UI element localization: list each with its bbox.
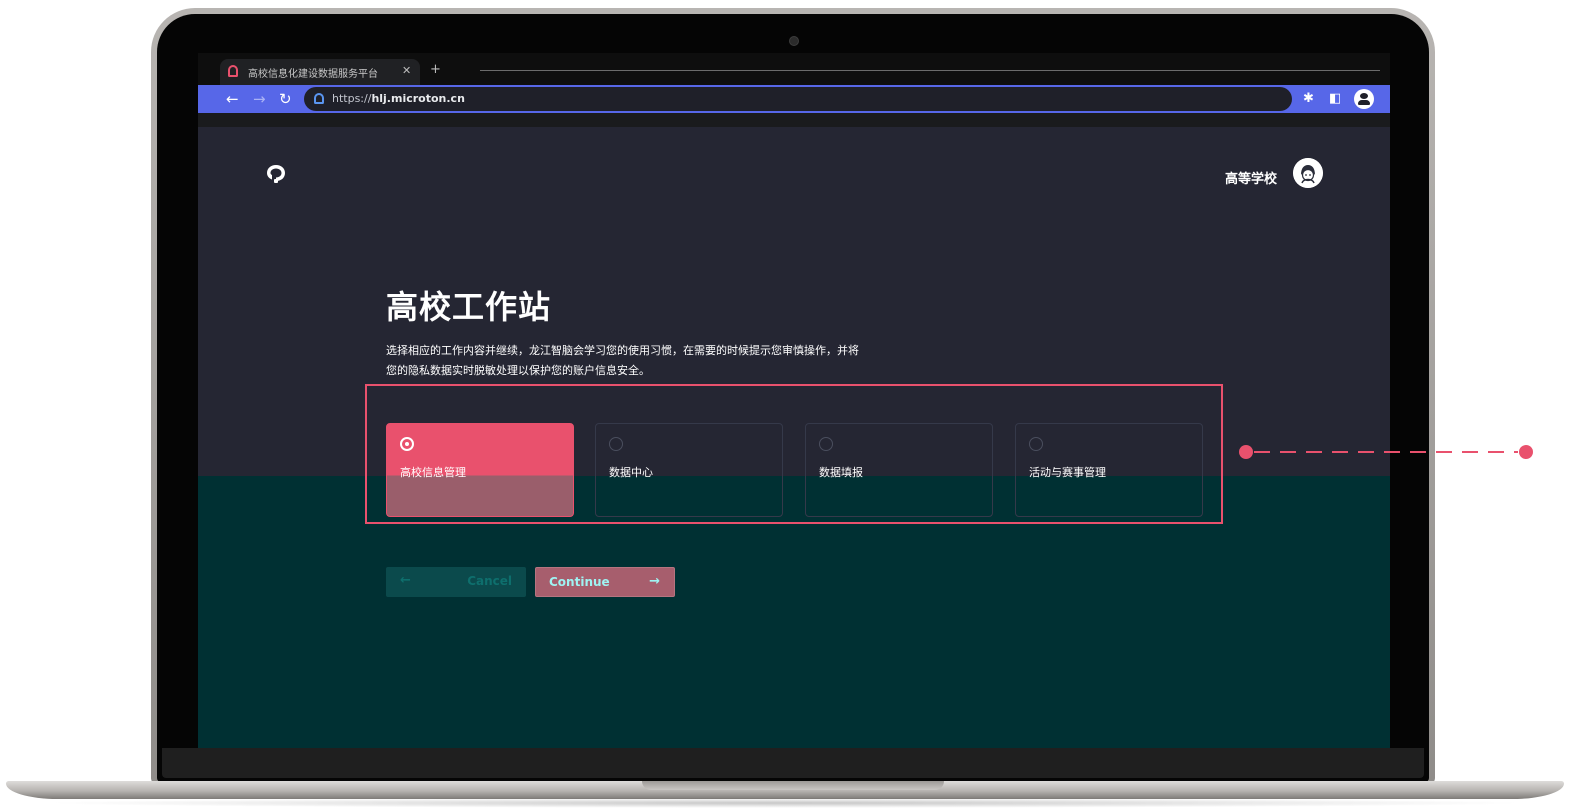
radio-icon[interactable] bbox=[819, 437, 833, 451]
option-label: 高校信息管理 bbox=[400, 466, 466, 479]
arrow-left-icon[interactable]: ← bbox=[226, 90, 239, 108]
tab-strip-divider bbox=[480, 70, 1380, 71]
page-title: 高校工作站 bbox=[386, 288, 552, 326]
option-card-campus-info[interactable]: 高校信息管理 bbox=[386, 423, 574, 517]
laptop-shadow bbox=[40, 798, 1530, 808]
tab-strip: 高校信息化建设数据服务平台 ✕ + bbox=[198, 53, 1390, 85]
radio-selected-icon[interactable] bbox=[400, 437, 414, 451]
tab-title: 高校信息化建设数据服务平台 bbox=[248, 69, 378, 80]
arrow-right-icon[interactable]: → bbox=[253, 90, 266, 108]
cancel-button[interactable]: ← Cancel bbox=[386, 567, 526, 597]
puzzle-icon[interactable]: ✱ bbox=[1303, 91, 1314, 107]
profile-icon[interactable] bbox=[1354, 89, 1374, 109]
favicon-icon bbox=[228, 65, 238, 77]
callout-connector bbox=[1239, 445, 1533, 459]
page: 高等学校 高校工作站 选择相应的工作内容并继续，龙江智脑会学习您的使用习惯，在需… bbox=[198, 127, 1390, 748]
description-line-2: 您的隐私数据实时脱敏处理以保护您的账户信息安全。 bbox=[386, 364, 650, 377]
option-card-events[interactable]: 活动与赛事管理 bbox=[1015, 423, 1203, 517]
close-icon[interactable]: ✕ bbox=[402, 64, 411, 77]
arrow-right-icon: → bbox=[649, 574, 660, 589]
toolbar-separator bbox=[198, 113, 1390, 127]
url-scheme: https:// bbox=[332, 92, 372, 105]
url-host: hlj.microton.cn bbox=[371, 92, 465, 105]
option-card-data-center[interactable]: 数据中心 bbox=[595, 423, 783, 517]
avatar-icon[interactable] bbox=[1293, 158, 1323, 188]
browser-window: 高校信息化建设数据服务平台 ✕ + ← → ↻ https://hlj.micr… bbox=[198, 53, 1390, 748]
continue-label: Continue bbox=[549, 575, 610, 589]
arrow-left-icon: ← bbox=[400, 573, 411, 588]
radio-icon[interactable] bbox=[609, 437, 623, 451]
description-line-1: 选择相应的工作内容并继续，龙江智脑会学习您的使用习惯，在需要的时候提示您审慎操作… bbox=[386, 344, 859, 357]
radio-icon[interactable] bbox=[1029, 437, 1043, 451]
page-description: 选择相应的工作内容并继续，龙江智脑会学习您的使用习惯，在需要的时候提示您审慎操作… bbox=[386, 341, 906, 381]
logo-icon[interactable] bbox=[265, 163, 287, 185]
option-label: 数据填报 bbox=[819, 466, 863, 479]
address-url: https://hlj.microton.cn bbox=[332, 92, 465, 105]
browser-toolbar: ← → ↻ https://hlj.microton.cn ✱ ◧ bbox=[198, 85, 1390, 113]
continue-button[interactable]: Continue → bbox=[535, 567, 675, 597]
screen-chin bbox=[162, 748, 1424, 778]
laptop-base-notch bbox=[642, 781, 944, 790]
plus-icon[interactable]: + bbox=[430, 62, 441, 77]
side-panel-icon[interactable]: ◧ bbox=[1329, 91, 1341, 107]
reload-icon[interactable]: ↻ bbox=[279, 90, 292, 108]
browser-tab[interactable]: 高校信息化建设数据服务平台 ✕ bbox=[220, 59, 420, 85]
option-label: 活动与赛事管理 bbox=[1029, 466, 1106, 479]
option-card-data-entry[interactable]: 数据填报 bbox=[805, 423, 993, 517]
address-bar[interactable]: https://hlj.microton.cn bbox=[304, 87, 1292, 111]
option-label: 数据中心 bbox=[609, 466, 653, 479]
camera bbox=[789, 36, 799, 46]
site-info-icon[interactable] bbox=[314, 93, 324, 104]
user-name[interactable]: 高等学校 bbox=[1225, 168, 1277, 187]
cancel-label: Cancel bbox=[467, 574, 512, 588]
